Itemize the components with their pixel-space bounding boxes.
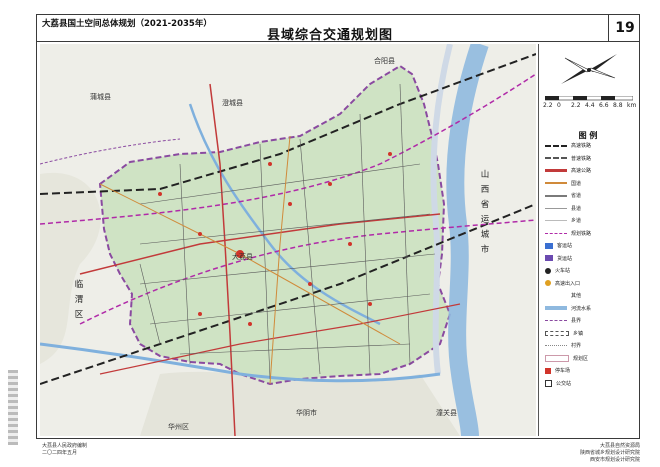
legend-label: 乡镇 (573, 330, 584, 337)
footer-right-line: 西安市规划设计研究院 (589, 457, 640, 463)
legend-symbol (545, 267, 551, 274)
legend-item: 停车场 (545, 367, 570, 376)
label-heyang: 合阳县 (374, 57, 395, 65)
legend-label: 高速公路 (571, 168, 592, 174)
legend-label: 高速出入口 (555, 280, 581, 287)
legend-symbol (545, 194, 567, 197)
legend-item: 普速铁路 (545, 155, 591, 164)
legend-symbol (545, 354, 569, 362)
legend-item: 乡道 (545, 217, 581, 226)
map-sheet: { "header": { "doc_title": "大荔县国土空间总体规划（… (0, 0, 660, 467)
legend-label: 国道 (571, 180, 582, 187)
scale-tick-0: 2.2 (543, 102, 553, 109)
label-shanxi: 山西省运城市 (480, 170, 490, 255)
legend-panel: 2.2 0 2.2 4.4 6.6 8.8 km 图 例 高速铁路普速铁路高速公… (538, 44, 638, 436)
label-dali: 大荔县 (232, 253, 253, 261)
legend-label: 高速铁路 (571, 143, 592, 149)
label-huayin: 华阴市 (296, 409, 317, 417)
legend-item: 省道 (545, 192, 581, 201)
legend-symbol (545, 182, 567, 184)
legend-label: 县道 (571, 205, 582, 212)
map-canvas (40, 44, 536, 436)
legend-symbol (545, 367, 551, 374)
scale-tick-1: 0 (557, 102, 561, 109)
legend-symbol (545, 242, 553, 249)
label-tongguan: 潼关县 (436, 409, 457, 417)
legend-item: 货运站 (545, 255, 572, 264)
legend-symbol (545, 144, 567, 147)
legend-symbol (545, 280, 551, 286)
label-huazhou: 华州区 (168, 423, 189, 431)
page-number: 19 (608, 14, 641, 42)
legend-symbol (545, 169, 567, 172)
legend-item: 村界 (545, 342, 581, 351)
legend-item: 公交站 (545, 379, 572, 389)
label-pucheng: 蒲城县 (90, 93, 111, 101)
footer-right-line: 大荔县自然资源局 (599, 443, 640, 449)
legend-item: 县界 (545, 317, 581, 326)
legend-symbol (545, 157, 567, 159)
footer-left: 大荔县人民政府编制 二〇二四年五月 (42, 443, 87, 457)
footer-left-line: 大荔县人民政府编制 (42, 443, 88, 449)
legend-item: 高速出入口 (545, 280, 580, 289)
legend-label: 规划铁路 (571, 230, 592, 237)
legend-label: 客运站 (557, 243, 573, 249)
scale-unit: km (627, 102, 637, 109)
binding-strip (8, 370, 18, 445)
footer-left-line: 二〇二四年五月 (42, 450, 78, 456)
legend-item: 规划铁路 (545, 230, 591, 239)
label-linwei: 临渭区 (74, 280, 84, 320)
legend-symbol (545, 379, 552, 387)
footer-right: 大荔县自然资源局 陕西省城乡规划设计研究院 西安市规划设计研究院 (555, 443, 640, 464)
legend-label: 火车站 (555, 268, 571, 274)
legend-symbol (545, 220, 567, 221)
scale-tick-5: 8.8 (613, 102, 623, 109)
legend-item: 火车站 (545, 267, 570, 276)
legend-label: 县界 (571, 318, 582, 324)
scale-tick-2: 2.2 (571, 102, 581, 109)
legend-item: 国道 (545, 180, 581, 189)
north-arrow-icon (561, 54, 617, 84)
scale-tick-4: 6.6 (599, 102, 609, 109)
legend-label: 普速铁路 (571, 155, 592, 162)
legend-item: 其他 (545, 292, 581, 301)
legend-item: 乡镇 (545, 330, 583, 339)
legend-item: 高速铁路 (545, 142, 591, 151)
legend-item: 客运站 (545, 242, 572, 251)
footer-right-line: 陕西省城乡规划设计研究院 (579, 450, 640, 456)
legend-label: 村界 (571, 343, 582, 349)
legend-symbol (545, 330, 569, 336)
legend-label: 乡道 (571, 218, 582, 224)
legend-label: 规划区 (573, 355, 589, 362)
legend-symbol (545, 255, 553, 261)
legend-symbol (545, 306, 567, 310)
legend-symbol (545, 320, 567, 321)
map-title: 县域综合交通规划图 (266, 28, 393, 43)
legend-label: 公交站 (556, 380, 572, 387)
legend-item: 高速公路 (545, 167, 591, 176)
legend-symbol (545, 232, 567, 234)
legend-label: 其他 (571, 293, 582, 299)
legend-label: 省道 (571, 193, 582, 199)
legend-symbol (545, 345, 567, 346)
legend-item: 规划区 (545, 354, 589, 364)
legend-label: 停车场 (555, 368, 571, 374)
legend-label: 河流水系 (571, 305, 592, 312)
scale-tick-3: 4.4 (585, 102, 595, 109)
label-chengcheng: 澄城县 (222, 99, 243, 107)
legend-item: 河流水系 (545, 305, 591, 314)
legend-title: 图 例 (578, 131, 598, 140)
legend-symbol (545, 207, 567, 209)
legend-item: 县道 (545, 205, 581, 214)
legend-label: 货运站 (557, 255, 573, 262)
